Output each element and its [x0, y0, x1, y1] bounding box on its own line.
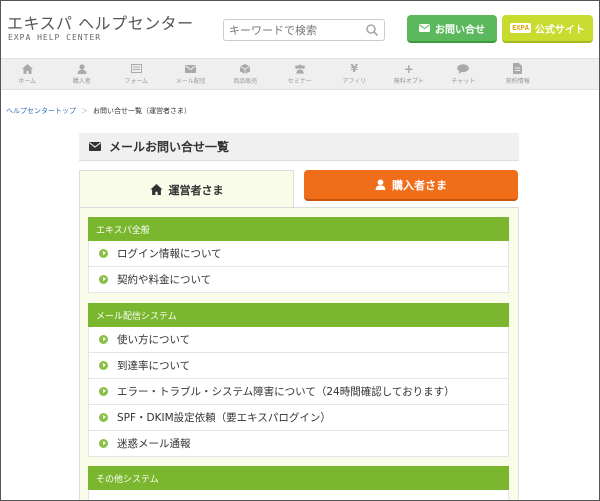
- plus-icon: +: [403, 61, 414, 76]
- nav-item-free-opt[interactable]: + 無料オプト: [382, 59, 437, 89]
- document-icon: [513, 63, 523, 74]
- page-title-bar: メールお問い合せ一覧: [79, 133, 519, 161]
- list-item-label: エラー・トラブル・システム障害について（24時間確認しております）: [117, 386, 455, 398]
- envelope-icon: [89, 142, 101, 151]
- search-input[interactable]: [229, 22, 365, 38]
- play-circle-icon: [99, 361, 108, 370]
- nav-item-products[interactable]: 商品販売: [218, 59, 273, 89]
- expa-badge: EXPA: [510, 23, 531, 33]
- official-site-label: 公式サイト: [534, 24, 585, 36]
- tab-owner-label: 運営者さま: [168, 183, 224, 197]
- list-item-partial: [88, 490, 509, 501]
- nav-label: アフィリ: [342, 78, 367, 85]
- section-header-general: エキスパ全般: [88, 217, 509, 241]
- nav-item-affiliate[interactable]: ¥ アフィリ: [327, 59, 382, 89]
- search-box: [223, 19, 385, 41]
- list-item-contract-fees[interactable]: 契約や料金について: [88, 267, 509, 293]
- page-title: メールお問い合せ一覧: [109, 140, 230, 154]
- breadcrumb-home-link[interactable]: ヘルプセンタートップ: [6, 106, 76, 116]
- envelope-icon: [185, 64, 197, 73]
- main-nav: ホーム 購入者 フォーム メール配信 商品販売 セミナー ¥ アフィリ + 無料…: [0, 58, 600, 90]
- breadcrumb: ヘルプセンタートップ ＞ お問い合せ一覧（運営者さま）: [6, 106, 191, 116]
- form-icon: [130, 64, 142, 73]
- chat-icon: [457, 63, 470, 74]
- play-circle-icon: [99, 413, 108, 422]
- inquiry-panel: エキスパ全般 ログイン情報について 契約や料金について メール配信システム 使い…: [79, 207, 519, 501]
- list-item-delivery-rate[interactable]: 到達率について: [88, 353, 509, 379]
- list-item-errors[interactable]: エラー・トラブル・システム障害について（24時間確認しております）: [88, 379, 509, 405]
- logo-brand: EXPA: [8, 33, 32, 42]
- nav-label: 商品販売: [233, 78, 258, 85]
- contact-button-label: お問い合せ: [435, 24, 485, 36]
- user-icon: [77, 63, 87, 74]
- envelope-icon: [419, 24, 430, 32]
- search-icon[interactable]: [365, 23, 379, 37]
- breadcrumb-current: お問い合せ一覧（運営者さま）: [93, 107, 191, 115]
- nav-item-buyer[interactable]: 購入者: [55, 59, 110, 89]
- nav-item-form[interactable]: フォーム: [109, 59, 164, 89]
- home-icon: [149, 184, 163, 195]
- box-icon: [240, 63, 251, 74]
- home-icon: [21, 63, 33, 74]
- nav-item-contract[interactable]: 契約情報: [491, 59, 546, 89]
- tab-owner[interactable]: 運営者さま: [79, 170, 294, 208]
- nav-item-seminar[interactable]: セミナー: [273, 59, 328, 89]
- nav-item-chat[interactable]: チャット: [436, 59, 491, 89]
- list-item-spf-dkim[interactable]: SPF・DKIM設定依頼（要エキスパログイン）: [88, 405, 509, 431]
- play-circle-icon: [99, 335, 108, 344]
- nav-label: セミナー: [287, 78, 312, 85]
- user-icon: [375, 179, 386, 190]
- play-circle-icon: [99, 439, 108, 448]
- list-item-spam-report[interactable]: 迷惑メール通報: [88, 431, 509, 457]
- nav-item-home[interactable]: ホーム: [0, 59, 55, 89]
- list-item-label: 契約や料金について: [117, 274, 212, 286]
- section-header-other-systems: その他システム: [88, 466, 509, 490]
- nav-label: 無料オプト: [393, 78, 424, 85]
- list-item-label: ログイン情報について: [117, 248, 222, 260]
- play-circle-icon: [99, 249, 108, 258]
- tab-buyer[interactable]: 購入者さま: [304, 170, 518, 201]
- breadcrumb-separator: ＞: [81, 107, 88, 115]
- nav-item-mail[interactable]: メール配信: [164, 59, 219, 89]
- tab-buyer-label: 購入者さま: [392, 178, 447, 192]
- list-item-label: SPF・DKIM設定依頼（要エキスパログイン）: [117, 412, 331, 424]
- list-item-label: 迷惑メール通報: [117, 438, 191, 450]
- list-item-label: 使い方について: [117, 334, 191, 346]
- list-item-usage[interactable]: 使い方について: [88, 327, 509, 353]
- nav-label: 契約情報: [505, 78, 530, 85]
- nav-label: ホーム: [18, 78, 37, 85]
- site-header: エキスパ ヘルプセンター EXPA HELP CENTER お問い合せ EXPA…: [0, 0, 600, 58]
- logo-subtitle: EXPA HELP CENTER: [8, 33, 101, 42]
- group-icon: [294, 64, 305, 74]
- nav-label: 購入者: [72, 78, 91, 85]
- nav-label: フォーム: [124, 78, 149, 85]
- list-item-login[interactable]: ログイン情報について: [88, 241, 509, 267]
- logo-title[interactable]: エキスパ ヘルプセンター: [7, 10, 194, 34]
- list-item-label: 到達率について: [117, 360, 191, 372]
- section-header-mail-system: メール配信システム: [88, 303, 509, 327]
- logo-help-center: HELP CENTER: [37, 33, 102, 42]
- play-circle-icon: [99, 387, 108, 396]
- nav-label: チャット: [451, 78, 476, 85]
- contact-button[interactable]: お問い合せ: [407, 15, 497, 43]
- yen-icon: ¥: [350, 62, 359, 75]
- play-circle-icon: [99, 275, 108, 284]
- official-site-button[interactable]: EXPA 公式サイト: [502, 15, 593, 43]
- nav-label: メール配信: [175, 78, 206, 85]
